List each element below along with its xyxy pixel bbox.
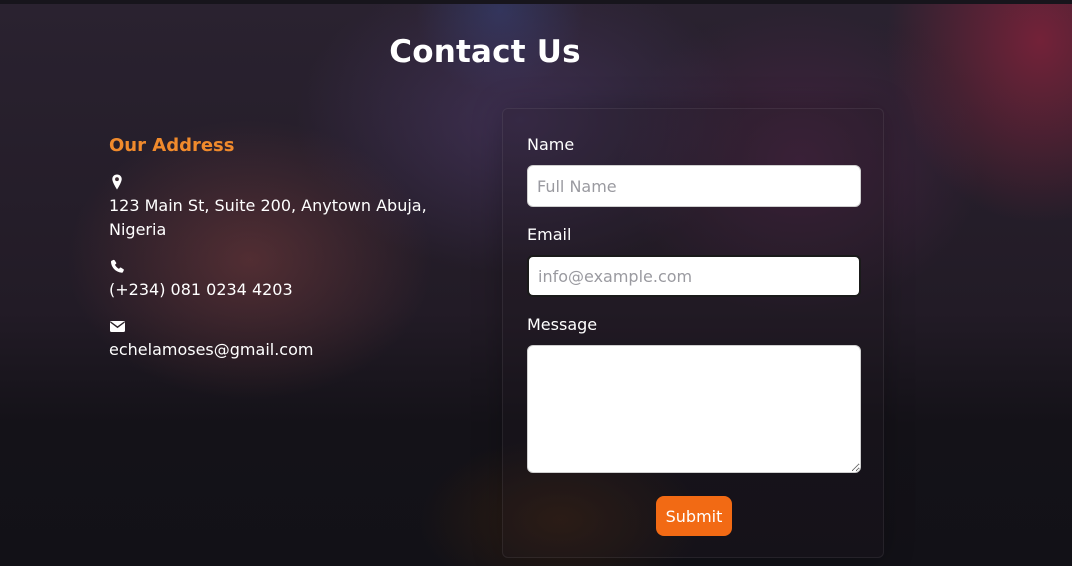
contact-form: Name Email Message Submit [502, 108, 884, 558]
submit-button[interactable]: Submit [656, 496, 732, 536]
phone-icon [111, 259, 124, 273]
email-label: Email [527, 225, 572, 244]
message-label: Message [527, 315, 598, 334]
message-wrapper [527, 345, 861, 473]
address-item-location: 123 Main St, Suite 200, Anytown Abuja, N… [109, 174, 439, 242]
phone-text: (+234) 081 0234 4203 [109, 280, 293, 299]
name-label: Name [527, 135, 575, 154]
envelope-icon [110, 321, 125, 332]
address-heading: Our Address [109, 135, 235, 156]
address-item-phone: (+234) 081 0234 4203 [109, 258, 439, 302]
message-textarea[interactable] [527, 345, 861, 473]
email-text: echelamoses@gmail.com [109, 340, 314, 359]
name-input[interactable] [527, 165, 861, 207]
map-marker-icon [112, 174, 122, 190]
email-input[interactable] [527, 255, 861, 297]
address-item-email: echelamoses@gmail.com [109, 318, 439, 362]
address-section: Our Address 123 Main St, Suite 200, Anyt… [109, 134, 439, 378]
address-text: 123 Main St, Suite 200, Anytown Abuja, N… [109, 196, 427, 239]
page-title: Contact Us [389, 34, 581, 70]
top-bar [0, 0, 1072, 4]
